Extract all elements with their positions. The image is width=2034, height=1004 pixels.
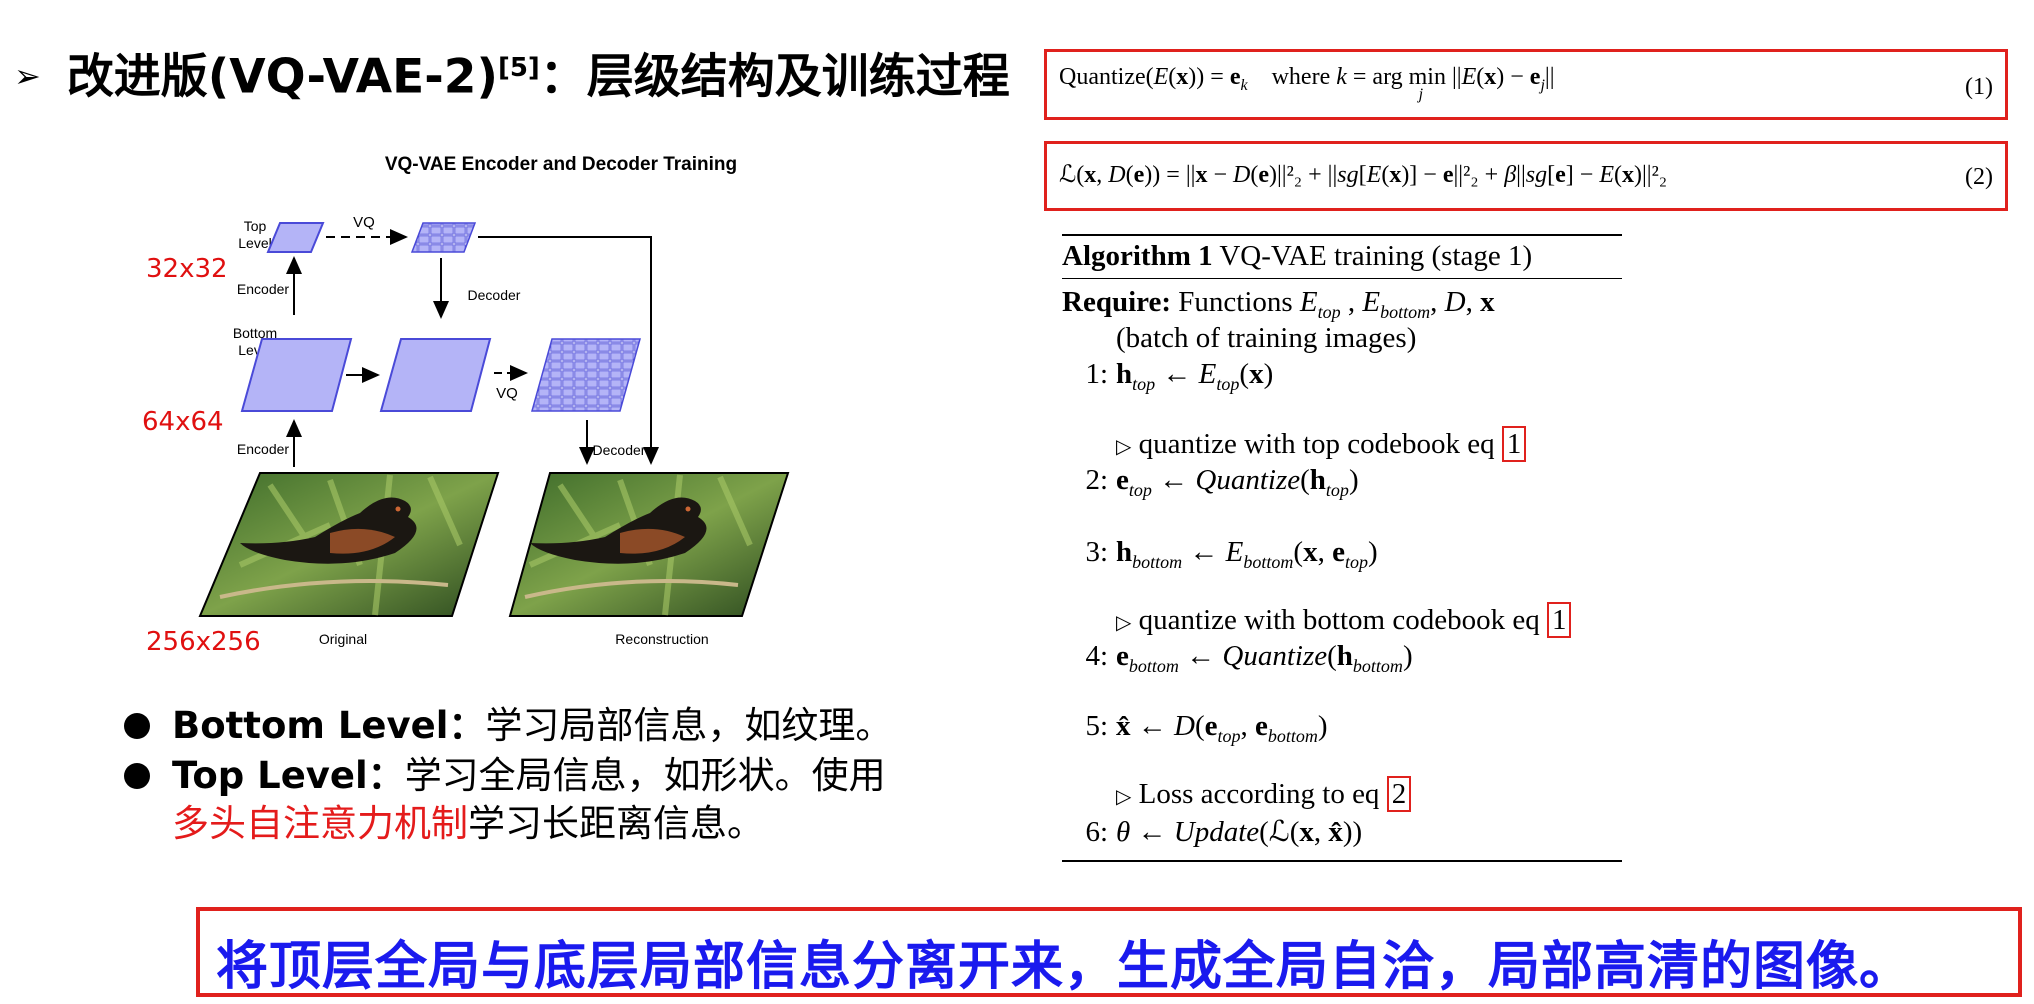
algo-top-rule bbox=[1062, 234, 1622, 236]
algo-title-rest: VQ-VAE training (stage 1) bbox=[1219, 240, 1533, 272]
reconstruction-image bbox=[508, 472, 790, 617]
bullet-highlight: 多头自注意力机制 bbox=[172, 802, 468, 845]
eq-ref-1[interactable]: 1 bbox=[1501, 426, 1527, 462]
algo-line-4: 4: ebottom ← Quantize(hbottom) bbox=[1062, 640, 1412, 677]
algo-title-bold: Algorithm 1 bbox=[1062, 240, 1213, 272]
decoder-bottom-label: Decoder bbox=[593, 442, 646, 458]
summary-banner: 将顶层全局与底层局部信息分离开来，生成全局自洽，局部高清的图像。 bbox=[196, 907, 2022, 997]
bullet-text: 学习全局信息，如形状。使用 bbox=[404, 754, 886, 797]
encoder-bottom-label: Encoder bbox=[237, 441, 289, 457]
top-level-label: Top bbox=[244, 218, 267, 234]
line-number: 6: bbox=[1085, 816, 1108, 848]
bullet-label: Top Level： bbox=[172, 754, 405, 797]
algo-bottom-rule bbox=[1062, 860, 1622, 862]
title-main: 改进版(VQ-VAE-2) bbox=[66, 49, 498, 105]
equation-2-number: (2) bbox=[1965, 164, 1993, 190]
bullet-dot-icon bbox=[124, 763, 150, 789]
combined-latent bbox=[379, 338, 492, 412]
algo-title: Algorithm 1 VQ-VAE training (stage 1) bbox=[1062, 240, 1532, 273]
algo-line-2: 2: etop ← Quantize(htop) bbox=[1062, 464, 1358, 501]
eq-ref-2[interactable]: 2 bbox=[1386, 776, 1412, 812]
algo-comment-3: ▷ Loss according to eq 2 bbox=[1116, 776, 1412, 812]
algo-comment-1: ▷ quantize with top codebook eq 1 bbox=[1116, 426, 1527, 462]
original-image bbox=[198, 472, 500, 617]
comment-text: quantize with top codebook eq bbox=[1138, 428, 1495, 460]
algo-line-3: 3: hbottom ← Ebottom(x, etop) bbox=[1062, 536, 1377, 573]
equation-1-number: (1) bbox=[1965, 74, 1993, 100]
algorithm-block: Algorithm 1 VQ-VAE training (stage 1) Re… bbox=[1062, 234, 1622, 864]
bottom-latent bbox=[240, 338, 353, 412]
bullet-text: 学习局部信息，如纹理。 bbox=[485, 704, 893, 747]
vq-bottom-label: VQ bbox=[496, 385, 518, 402]
equation-1: Quantize(E(x)) = ek where k = arg min j |… bbox=[1044, 49, 2008, 120]
line-number: 1: bbox=[1085, 358, 1108, 390]
top-level-label-2: Level bbox=[238, 235, 271, 251]
comment-text: quantize with bottom codebook eq bbox=[1138, 604, 1540, 636]
line-number: 2: bbox=[1085, 464, 1108, 496]
arrow-bullet-icon: ➢ bbox=[14, 57, 41, 96]
bullet-bottom-level: Bottom Level：学习局部信息，如纹理。 bbox=[120, 702, 1000, 750]
diagram-title: VQ-VAE Encoder and Decoder Training bbox=[385, 154, 737, 175]
bullet-text-2: 学习长距离信息。 bbox=[468, 802, 764, 845]
algo-line-6: 6: θ ← Update(ℒ(x, x̂)) bbox=[1062, 814, 1362, 849]
equation-2-body: ℒ(x, D(e)) = ||x − D(e)||²₂ + ||sg[E(x)]… bbox=[1059, 160, 1668, 188]
line-number: 3: bbox=[1085, 536, 1108, 568]
summary-text: 将顶层全局与底层局部信息分离开来，生成全局自洽，局部高清的图像。 bbox=[216, 937, 1913, 997]
size-top: 32x32 bbox=[146, 254, 228, 284]
bullet-dot-icon bbox=[124, 713, 150, 739]
comment-text: Loss according to eq bbox=[1138, 778, 1380, 810]
line-number: 4: bbox=[1085, 640, 1108, 672]
algo-line-1: 1: htop ← Etop(x) bbox=[1062, 358, 1273, 395]
bullet-label: Bottom Level： bbox=[172, 704, 486, 747]
title-citation: [5] bbox=[497, 53, 540, 83]
algo-require-cont: (batch of training images) bbox=[1116, 322, 1417, 354]
require-text: Functions bbox=[1178, 286, 1293, 318]
algo-line-5: 5: x̂ ← D(etop, ebottom) bbox=[1062, 710, 1327, 747]
algo-require: Require: Functions Etop , Ebottom, D, x bbox=[1062, 286, 1495, 322]
vq-top-label: VQ bbox=[353, 214, 375, 231]
vqvae-diagram: VQ-VAE Encoder and Decoder Training Top … bbox=[130, 145, 930, 665]
original-label: Original bbox=[319, 631, 367, 647]
require-label: Require: bbox=[1062, 286, 1172, 318]
encoder-top-label: Encoder bbox=[237, 281, 289, 297]
equation-2: ℒ(x, D(e)) = ||x − D(e)||²₂ + ||sg[E(x)]… bbox=[1044, 141, 2008, 211]
bullet-list: Bottom Level：学习局部信息，如纹理。 Top Level：学习全局信… bbox=[120, 702, 1000, 848]
bullet-top-level: Top Level：学习全局信息，如形状。使用 多头自注意力机制学习长距离信息。 bbox=[120, 752, 1000, 848]
line-number: 5: bbox=[1085, 710, 1108, 742]
algo-comment-2: ▷ quantize with bottom codebook eq 1 bbox=[1116, 602, 1572, 638]
top-latent bbox=[266, 222, 325, 253]
reconstruction-label: Reconstruction bbox=[615, 631, 708, 647]
top-quantized-grid bbox=[410, 222, 477, 253]
size-bottom: 64x64 bbox=[142, 407, 224, 437]
size-image: 256x256 bbox=[146, 627, 261, 657]
equation-1-body: Quantize(E(x)) = ek where k = arg min j |… bbox=[1059, 64, 1555, 103]
eq-ref-1b[interactable]: 1 bbox=[1546, 602, 1572, 638]
bottom-quantized-grid bbox=[531, 338, 641, 412]
decoder-top-label: Decoder bbox=[468, 287, 521, 303]
title-rest: ：层级结构及训练过程 bbox=[539, 49, 1010, 105]
slide-title: ➢ 改进版(VQ-VAE-2)[5]：层级结构及训练过程 bbox=[14, 38, 1010, 110]
algo-mid-rule bbox=[1062, 278, 1622, 279]
